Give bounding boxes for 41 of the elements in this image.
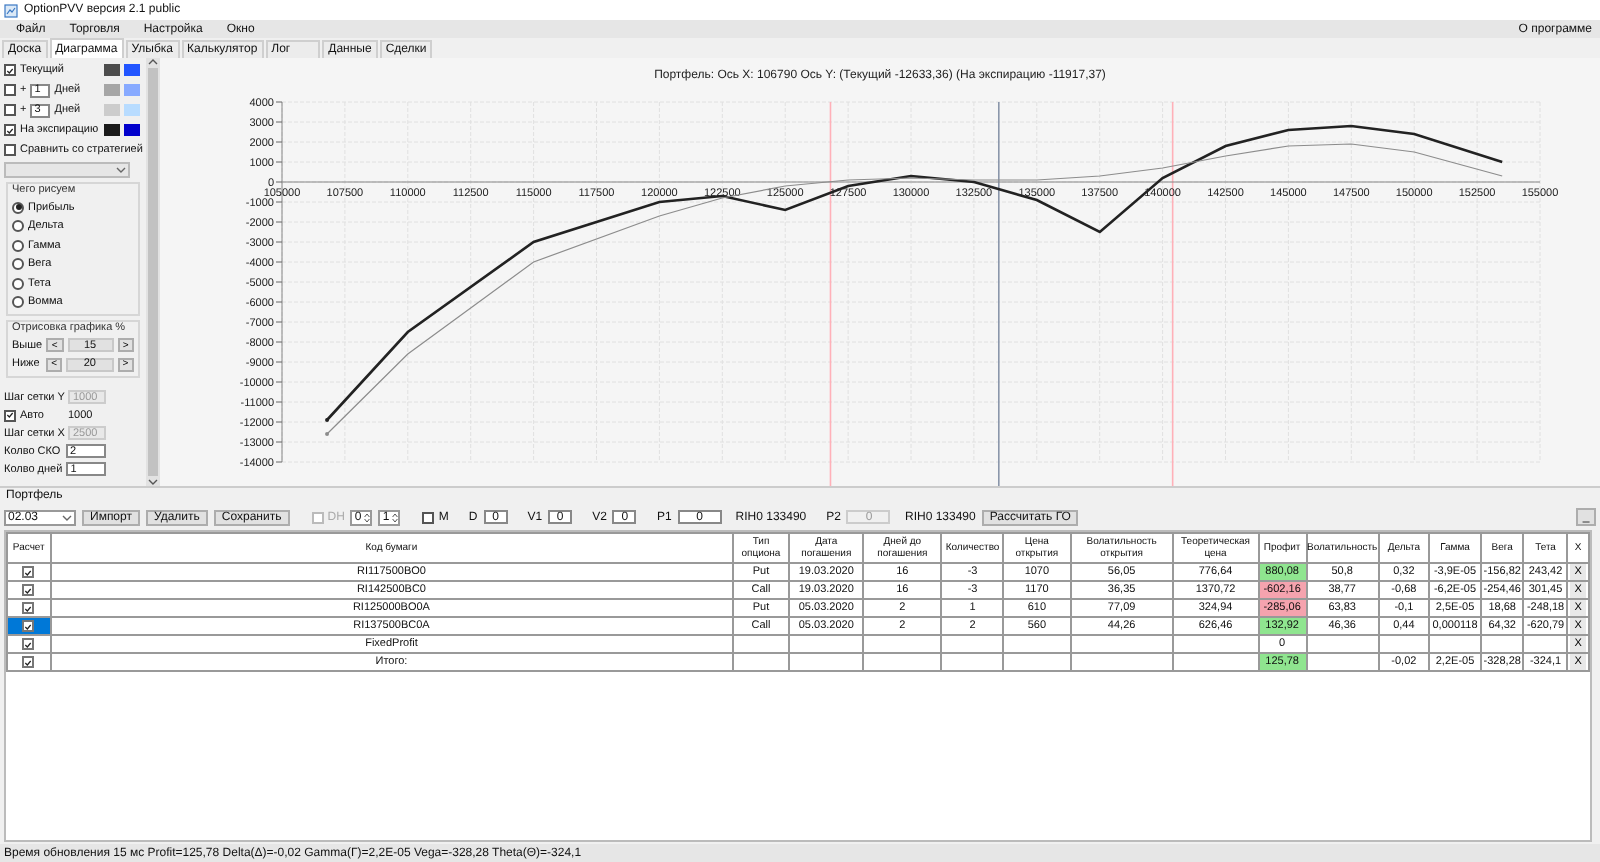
scrollbar[interactable]: [146, 58, 160, 486]
caret-icon: [116, 166, 126, 174]
checkbox[interactable]: [22, 602, 35, 614]
spin-arrows-icon[interactable]: [392, 511, 399, 523]
calc-cell[interactable]: [7, 653, 51, 671]
checkbox[interactable]: [22, 566, 35, 578]
checkbox[interactable]: [22, 638, 35, 650]
radio-button[interactable]: [12, 201, 24, 214]
checkbox[interactable]: [422, 511, 435, 523]
line-end-marker: [325, 432, 330, 436]
radio-button[interactable]: [12, 258, 24, 271]
caret-icon: [62, 513, 72, 521]
checkbox[interactable]: [22, 620, 35, 632]
scroll-up-icon[interactable]: [148, 58, 158, 66]
color-swatch[interactable]: [124, 84, 140, 96]
radio-button[interactable]: [12, 296, 24, 309]
color-swatch[interactable]: [104, 104, 120, 116]
color-swatch[interactable]: [104, 84, 120, 96]
radio-button[interactable]: [12, 277, 24, 290]
checkbox[interactable]: [4, 124, 16, 136]
checkbox[interactable]: [4, 84, 16, 96]
checkbox[interactable]: [4, 104, 16, 116]
calc-cell[interactable]: [7, 635, 51, 653]
checkbox[interactable]: [4, 64, 16, 76]
app-icon: [4, 3, 18, 17]
scroll-down-icon[interactable]: [148, 478, 158, 486]
color-swatch[interactable]: [104, 64, 120, 76]
calc-cell[interactable]: [7, 581, 51, 599]
checkbox[interactable]: [22, 656, 35, 668]
color-swatch[interactable]: [124, 64, 140, 76]
checkbox[interactable]: [4, 409, 16, 421]
calc-cell[interactable]: [7, 563, 51, 581]
line-end-marker: [325, 418, 330, 422]
checkbox[interactable]: [4, 144, 16, 156]
radio-button[interactable]: [12, 239, 24, 252]
color-swatch[interactable]: [124, 124, 140, 136]
color-swatch[interactable]: [104, 124, 120, 136]
color-swatch[interactable]: [124, 104, 140, 116]
checkbox[interactable]: [22, 584, 35, 596]
radio-button[interactable]: [12, 220, 24, 233]
spin-arrows-icon[interactable]: [364, 511, 371, 523]
